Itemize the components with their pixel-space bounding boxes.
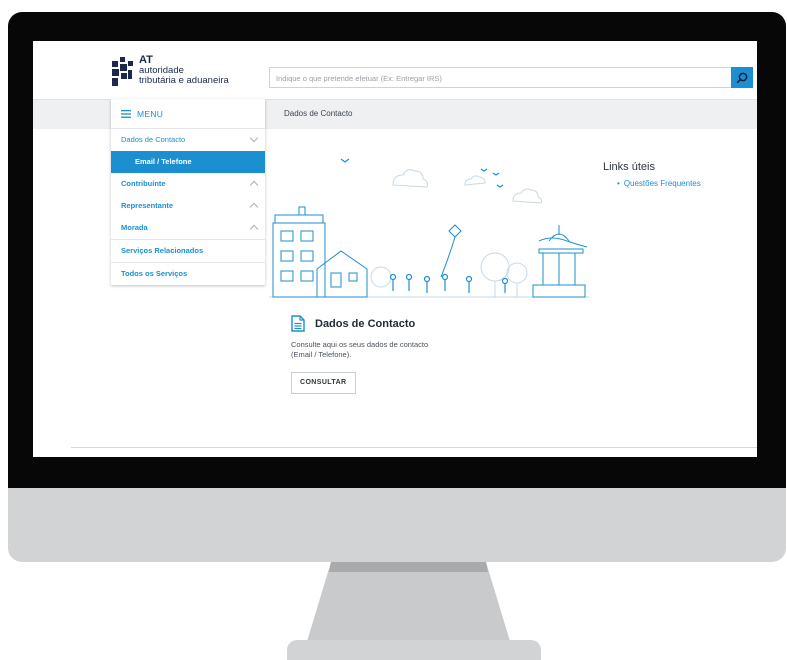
menu-item-contribuinte[interactable]: Contribuinte	[111, 173, 265, 195]
menu-item-dados-de-contacto[interactable]: Dados de Contacto	[111, 129, 265, 151]
chevron-up-icon	[249, 202, 259, 212]
breadcrumb[interactable]: Dados de Contacto	[284, 109, 353, 118]
town-illustration	[269, 158, 589, 298]
link-label: Questões Frequentes	[623, 179, 701, 188]
monitor-stand-foot	[287, 640, 541, 660]
chevron-down-icon	[249, 133, 259, 143]
document-icon	[291, 315, 305, 332]
menu-item-label: Representante	[121, 201, 174, 210]
useful-links: Links úteis • Questões Frequentes	[603, 161, 701, 188]
menu-item-todos-os-servicos[interactable]: Todos os Serviços	[111, 263, 265, 285]
search-icon	[736, 72, 748, 83]
link-questoes-frequentes[interactable]: • Questões Frequentes	[617, 179, 701, 188]
menu-item-label: Serviços Relacionados	[121, 246, 204, 255]
menu-item-label: Morada	[121, 223, 148, 232]
search-button[interactable]	[731, 67, 753, 88]
monitor-stand-shadow	[329, 562, 488, 572]
bullet-icon: •	[617, 179, 620, 188]
logo-line-2: tributária e aduaneira	[139, 75, 229, 86]
menu-item-label: Todos os Serviços	[121, 269, 188, 278]
side-menu: MENU Dados de Contacto Email / Telefone …	[111, 99, 265, 285]
chevron-up-icon	[249, 224, 259, 234]
menu-toggle[interactable]: MENU	[111, 99, 265, 129]
menu-item-label: Dados de Contacto	[121, 135, 186, 144]
consultar-button[interactable]: CONSULTAR	[291, 372, 356, 394]
menu-item-representante[interactable]: Representante	[111, 195, 265, 217]
useful-links-title: Links úteis	[603, 161, 655, 173]
logo-text: AT autoridade tributária e aduaneira	[139, 55, 229, 86]
monitor-stand-neck	[305, 562, 512, 648]
search-bar	[269, 67, 753, 88]
menu-item-servicos-relacionados[interactable]: Serviços Relacionados	[111, 240, 265, 263]
search-input[interactable]	[276, 71, 716, 85]
menu-item-morada[interactable]: Morada	[111, 217, 265, 240]
screen: AT autoridade tributária e aduaneira Dad…	[33, 41, 757, 457]
footer-divider	[71, 447, 757, 448]
menu-item-label: Contribuinte	[121, 179, 166, 188]
card-title: Dados de Contacto	[315, 317, 416, 330]
card-description: Consulte aqui os seus dados de contacto …	[291, 340, 429, 359]
at-logo-icon	[112, 57, 133, 86]
chevron-up-icon	[249, 180, 259, 190]
menu-title: MENU	[137, 108, 164, 119]
menu-item-label: Email / Telefone	[135, 157, 192, 166]
header: AT autoridade tributária e aduaneira	[33, 41, 757, 99]
menu-item-email-telefone[interactable]: Email / Telefone	[111, 151, 265, 173]
at-logo[interactable]: AT autoridade tributária e aduaneira	[111, 55, 261, 95]
card-header: Dados de Contacto	[291, 315, 491, 332]
monitor-chin	[8, 488, 786, 562]
service-card: Dados de Contacto Consulte aqui os seus …	[291, 315, 491, 394]
hamburger-icon	[121, 109, 131, 118]
